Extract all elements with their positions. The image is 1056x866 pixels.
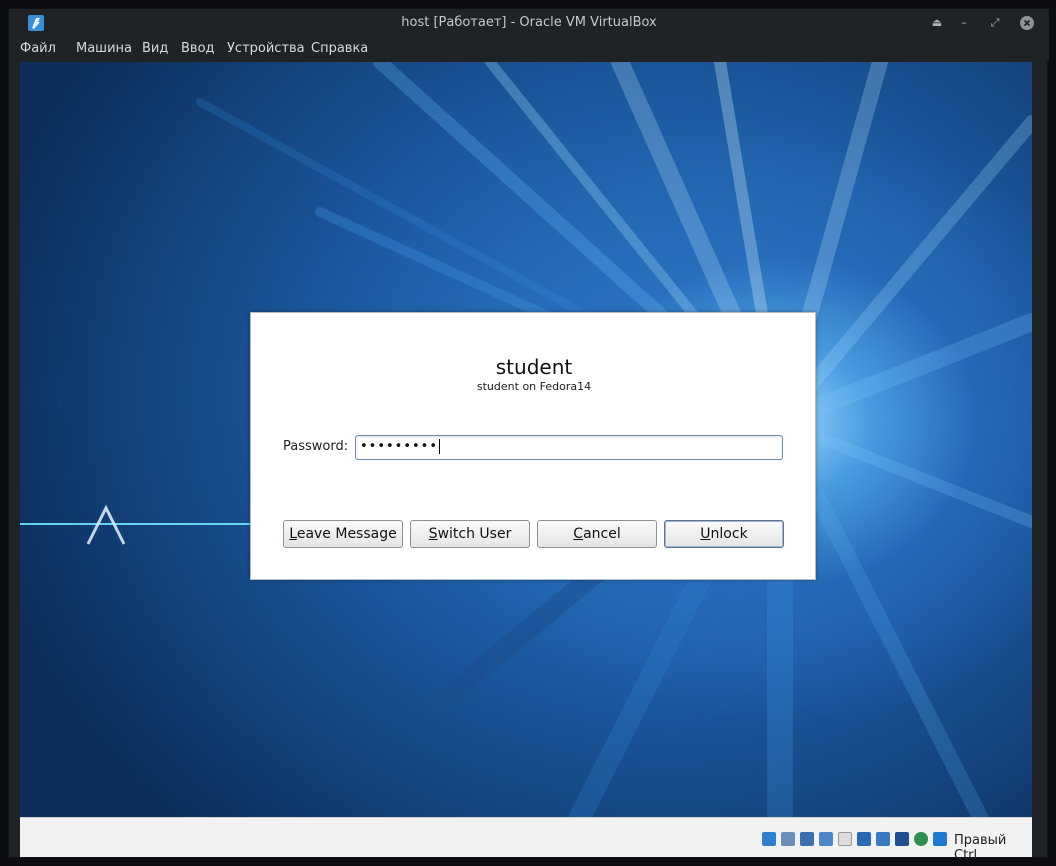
cancel-button[interactable]: Cancel bbox=[537, 520, 657, 548]
text-caret bbox=[439, 439, 441, 454]
switch-user-label: witch User bbox=[437, 526, 512, 542]
menu-view[interactable]: Вид bbox=[142, 41, 168, 56]
menu-devices[interactable]: Устройства bbox=[227, 41, 305, 56]
minimize-button[interactable]: – bbox=[955, 14, 973, 32]
hard-disk-icon[interactable] bbox=[762, 832, 776, 846]
mouse-integration-icon[interactable] bbox=[933, 832, 947, 846]
menu-bar: Файл Машина Вид Ввод Устройства Справка bbox=[9, 37, 1049, 61]
video-capture-icon[interactable] bbox=[895, 832, 909, 846]
unlock-mnemonic: U bbox=[700, 526, 711, 542]
menu-help[interactable]: Справка bbox=[311, 41, 368, 56]
cancel-label: ancel bbox=[583, 526, 621, 542]
audio-icon[interactable] bbox=[800, 832, 814, 846]
leave-message-button[interactable]: Leave Message bbox=[283, 520, 403, 548]
password-masked-value: ••••••••• bbox=[360, 439, 439, 454]
unlock-label: nlock bbox=[710, 526, 748, 542]
password-label: Password: bbox=[283, 439, 349, 454]
cancel-mnemonic: C bbox=[573, 526, 584, 542]
switch-user-button[interactable]: Switch User bbox=[410, 520, 530, 548]
host-key-label: Правый Ctrl bbox=[954, 833, 1007, 863]
screensaver-unlock-dialog: student student on Fedora14 Password: ••… bbox=[250, 312, 816, 580]
close-icon bbox=[1020, 16, 1034, 30]
username-heading: student bbox=[495, 355, 573, 379]
switch-user-mnemonic: S bbox=[428, 526, 438, 542]
usb-icon[interactable] bbox=[838, 832, 852, 846]
menu-machine[interactable]: Машина bbox=[76, 41, 132, 56]
eject-icon[interactable]: ⏏ bbox=[928, 14, 946, 32]
display-icon[interactable] bbox=[876, 832, 890, 846]
status-bar: Правый Ctrl bbox=[20, 817, 1032, 863]
title-bar[interactable]: host [Работает] - Oracle VM VirtualBox ⏏… bbox=[9, 9, 1049, 37]
menu-file[interactable]: Файл bbox=[20, 41, 56, 56]
unlock-button[interactable]: Unlock bbox=[664, 520, 784, 548]
user-host-subtitle: student on Fedora14 bbox=[476, 380, 592, 393]
shared-folders-icon[interactable] bbox=[857, 832, 871, 846]
restore-button[interactable]: ⤢ bbox=[986, 14, 1004, 32]
leave-message-label: eave Message bbox=[296, 526, 397, 542]
password-input[interactable]: ••••••••• bbox=[355, 435, 783, 460]
vm-display[interactable]: student student on Fedora14 Password: ••… bbox=[20, 62, 1032, 817]
window-title: host [Работает] - Oracle VM VirtualBox bbox=[401, 15, 657, 30]
virtualbox-window: host [Работает] - Oracle VM VirtualBox ⏏… bbox=[8, 8, 1049, 863]
network-icon[interactable] bbox=[819, 832, 833, 846]
optical-drive-icon[interactable] bbox=[781, 832, 795, 846]
virtualization-icon[interactable] bbox=[914, 832, 928, 846]
close-button[interactable] bbox=[1018, 14, 1036, 32]
leave-message-mnemonic: L bbox=[289, 526, 297, 542]
menu-input[interactable]: Ввод bbox=[181, 41, 215, 56]
